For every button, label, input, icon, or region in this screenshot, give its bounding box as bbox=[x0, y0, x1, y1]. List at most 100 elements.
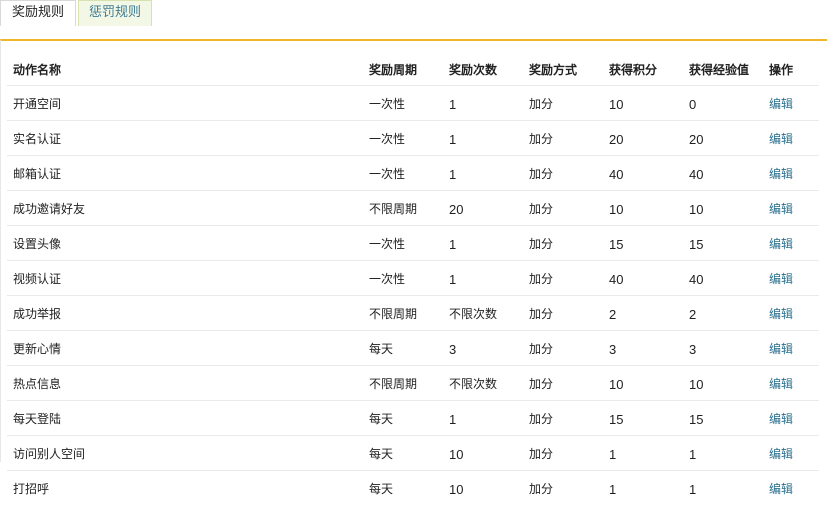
cell-points: 40 bbox=[603, 261, 683, 296]
header-reward-times: 奖励次数 bbox=[443, 54, 523, 86]
reward-rules-table: 动作名称 奖励周期 奖励次数 奖励方式 获得积分 获得经验值 操作 开通空间一次… bbox=[7, 54, 819, 505]
cell-action-name: 每天登陆 bbox=[7, 401, 363, 436]
edit-link[interactable]: 编辑 bbox=[769, 202, 793, 216]
cell-points: 10 bbox=[603, 366, 683, 401]
cell-points: 10 bbox=[603, 191, 683, 226]
table-row: 实名认证一次性1加分2020编辑 bbox=[7, 121, 819, 156]
cell-reward-cycle: 一次性 bbox=[363, 121, 443, 156]
cell-operation: 编辑 bbox=[763, 331, 819, 366]
cell-reward-cycle: 不限周期 bbox=[363, 366, 443, 401]
header-action-name: 动作名称 bbox=[7, 54, 363, 86]
cell-operation: 编辑 bbox=[763, 471, 819, 505]
tab-penalty-rules[interactable]: 惩罚规则 bbox=[78, 0, 152, 26]
edit-link[interactable]: 编辑 bbox=[769, 447, 793, 461]
cell-action-name: 访问别人空间 bbox=[7, 436, 363, 471]
cell-points: 15 bbox=[603, 401, 683, 436]
cell-operation: 编辑 bbox=[763, 366, 819, 401]
cell-reward-times: 不限次数 bbox=[443, 366, 523, 401]
edit-link[interactable]: 编辑 bbox=[769, 307, 793, 321]
cell-reward-method: 加分 bbox=[523, 156, 603, 191]
table-header-row: 动作名称 奖励周期 奖励次数 奖励方式 获得积分 获得经验值 操作 bbox=[7, 54, 819, 86]
cell-experience: 20 bbox=[683, 121, 763, 156]
cell-action-name: 实名认证 bbox=[7, 121, 363, 156]
cell-experience: 15 bbox=[683, 401, 763, 436]
cell-reward-cycle: 不限周期 bbox=[363, 296, 443, 331]
table-row: 邮箱认证一次性1加分4040编辑 bbox=[7, 156, 819, 191]
cell-points: 1 bbox=[603, 436, 683, 471]
cell-experience: 2 bbox=[683, 296, 763, 331]
edit-link[interactable]: 编辑 bbox=[769, 97, 793, 111]
cell-reward-cycle: 一次性 bbox=[363, 86, 443, 121]
cell-reward-cycle: 不限周期 bbox=[363, 191, 443, 226]
cell-reward-times: 20 bbox=[443, 191, 523, 226]
cell-experience: 40 bbox=[683, 156, 763, 191]
header-operation: 操作 bbox=[763, 54, 819, 86]
cell-reward-times: 1 bbox=[443, 121, 523, 156]
cell-action-name: 成功邀请好友 bbox=[7, 191, 363, 226]
edit-link[interactable]: 编辑 bbox=[769, 132, 793, 146]
cell-operation: 编辑 bbox=[763, 401, 819, 436]
cell-points: 1 bbox=[603, 471, 683, 505]
cell-points: 20 bbox=[603, 121, 683, 156]
table-row: 成功举报不限周期不限次数加分22编辑 bbox=[7, 296, 819, 331]
cell-action-name: 热点信息 bbox=[7, 366, 363, 401]
edit-link[interactable]: 编辑 bbox=[769, 482, 793, 496]
table-row: 更新心情每天3加分33编辑 bbox=[7, 331, 819, 366]
cell-operation: 编辑 bbox=[763, 226, 819, 261]
cell-reward-cycle: 一次性 bbox=[363, 226, 443, 261]
cell-points: 10 bbox=[603, 86, 683, 121]
table-row: 开通空间一次性1加分100编辑 bbox=[7, 86, 819, 121]
cell-reward-cycle: 每天 bbox=[363, 331, 443, 366]
cell-points: 3 bbox=[603, 331, 683, 366]
edit-link[interactable]: 编辑 bbox=[769, 167, 793, 181]
cell-reward-cycle: 一次性 bbox=[363, 261, 443, 296]
cell-reward-times: 1 bbox=[443, 226, 523, 261]
edit-link[interactable]: 编辑 bbox=[769, 237, 793, 251]
cell-reward-times: 10 bbox=[443, 436, 523, 471]
edit-link[interactable]: 编辑 bbox=[769, 342, 793, 356]
cell-reward-method: 加分 bbox=[523, 191, 603, 226]
cell-experience: 40 bbox=[683, 261, 763, 296]
cell-reward-times: 10 bbox=[443, 471, 523, 505]
table-row: 视频认证一次性1加分4040编辑 bbox=[7, 261, 819, 296]
cell-reward-cycle: 每天 bbox=[363, 401, 443, 436]
table-row: 每天登陆每天1加分1515编辑 bbox=[7, 401, 819, 436]
cell-points: 15 bbox=[603, 226, 683, 261]
cell-experience: 3 bbox=[683, 331, 763, 366]
cell-experience: 15 bbox=[683, 226, 763, 261]
cell-reward-times: 1 bbox=[443, 156, 523, 191]
cell-experience: 1 bbox=[683, 436, 763, 471]
cell-reward-cycle: 每天 bbox=[363, 471, 443, 505]
cell-reward-cycle: 一次性 bbox=[363, 156, 443, 191]
cell-reward-method: 加分 bbox=[523, 86, 603, 121]
cell-reward-method: 加分 bbox=[523, 471, 603, 505]
cell-action-name: 更新心情 bbox=[7, 331, 363, 366]
edit-link[interactable]: 编辑 bbox=[769, 377, 793, 391]
cell-reward-method: 加分 bbox=[523, 296, 603, 331]
cell-operation: 编辑 bbox=[763, 296, 819, 331]
cell-reward-cycle: 每天 bbox=[363, 436, 443, 471]
table-row: 访问别人空间每天10加分11编辑 bbox=[7, 436, 819, 471]
cell-reward-method: 加分 bbox=[523, 366, 603, 401]
cell-reward-times: 1 bbox=[443, 86, 523, 121]
edit-link[interactable]: 编辑 bbox=[769, 412, 793, 426]
cell-action-name: 邮箱认证 bbox=[7, 156, 363, 191]
cell-reward-method: 加分 bbox=[523, 331, 603, 366]
cell-operation: 编辑 bbox=[763, 261, 819, 296]
tab-reward-rules[interactable]: 奖励规则 bbox=[0, 0, 76, 26]
cell-points: 2 bbox=[603, 296, 683, 331]
cell-action-name: 打招呼 bbox=[7, 471, 363, 505]
table-row: 设置头像一次性1加分1515编辑 bbox=[7, 226, 819, 261]
edit-link[interactable]: 编辑 bbox=[769, 272, 793, 286]
cell-experience: 1 bbox=[683, 471, 763, 505]
cell-action-name: 视频认证 bbox=[7, 261, 363, 296]
table-row: 热点信息不限周期不限次数加分1010编辑 bbox=[7, 366, 819, 401]
table-row: 打招呼每天10加分11编辑 bbox=[7, 471, 819, 505]
cell-operation: 编辑 bbox=[763, 156, 819, 191]
cell-reward-times: 3 bbox=[443, 331, 523, 366]
cell-reward-times: 1 bbox=[443, 401, 523, 436]
header-reward-cycle: 奖励周期 bbox=[363, 54, 443, 86]
cell-reward-times: 1 bbox=[443, 261, 523, 296]
table-row: 成功邀请好友不限周期20加分1010编辑 bbox=[7, 191, 819, 226]
header-reward-method: 奖励方式 bbox=[523, 54, 603, 86]
